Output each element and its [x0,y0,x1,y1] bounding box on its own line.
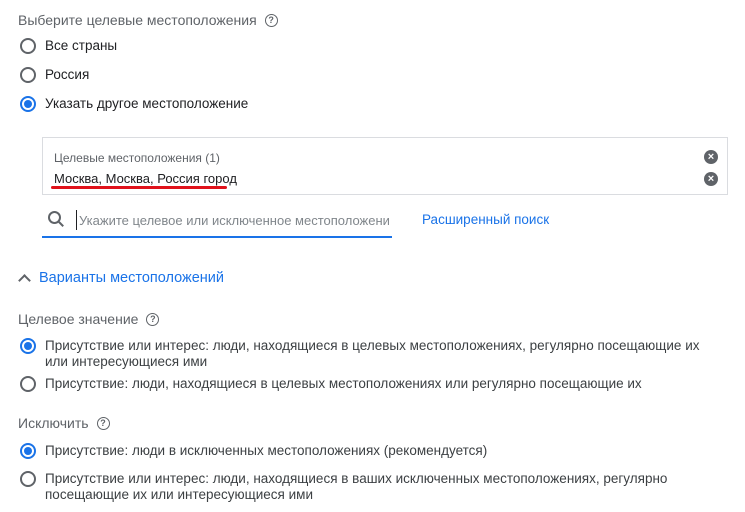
help-icon[interactable]: ? [264,13,278,27]
location-item: Москва, Москва, Россия город [54,171,237,186]
target-locations-header: Целевые местоположения (1) [54,151,220,165]
location-options-toggle[interactable]: Варианты местоположений [18,270,224,287]
radio-label: Россия [45,67,90,82]
radio-target-presence[interactable]: Присутствие: люди, находящиеся в целевых… [20,376,720,392]
target-locations-title: Выберите целевые местоположения ? [18,12,278,28]
radio-russia[interactable]: Россия [20,67,89,83]
chevron-up-icon [18,273,31,287]
target-locations-title-text: Выберите целевые местоположения [18,12,257,28]
radio-other-location[interactable]: Указать другое местоположение [20,96,248,112]
radio-target-presence-interest[interactable]: Присутствие или интерес: люди, находящие… [20,338,720,370]
exclude-title: Исключить ? [18,415,110,431]
search-icon [48,211,62,225]
target-locations-box: Целевые местоположения (1) Москва, Москв… [42,137,728,195]
radio-button[interactable] [20,338,36,354]
radio-label: Присутствие или интерес: люди, находящие… [45,338,700,369]
target-value-title-text: Целевое значение [18,311,139,327]
help-icon[interactable]: ? [146,312,160,326]
location-options-toggle-label: Варианты местоположений [39,270,224,286]
exclude-title-text: Исключить [18,415,89,431]
help-icon[interactable]: ? [96,416,110,430]
advanced-search-link[interactable]: Расширенный поиск [422,212,549,227]
radio-button[interactable] [20,96,36,112]
radio-all-countries[interactable]: Все страны [20,38,117,54]
remove-location-icon[interactable]: × [704,172,718,186]
clear-all-icon[interactable]: × [704,150,718,164]
radio-button[interactable] [20,67,36,83]
radio-label: Все страны [45,38,118,53]
radio-button[interactable] [20,443,36,459]
radio-button[interactable] [20,471,36,487]
radio-label: Присутствие или интерес: люди, находящие… [45,471,668,502]
location-search [42,206,392,238]
radio-button[interactable] [20,376,36,392]
radio-exclude-presence-interest[interactable]: Присутствие или интерес: люди, находящие… [20,471,720,503]
radio-exclude-presence[interactable]: Присутствие: люди в исключенных местопол… [20,443,720,459]
location-search-input[interactable] [76,210,389,230]
red-underline [51,186,227,189]
radio-label: Указать другое местоположение [45,96,249,111]
radio-button[interactable] [20,38,36,54]
radio-label: Присутствие: люди, находящиеся в целевых… [45,376,642,391]
radio-label: Присутствие: люди в исключенных местопол… [45,443,488,458]
target-value-title: Целевое значение ? [18,311,160,327]
